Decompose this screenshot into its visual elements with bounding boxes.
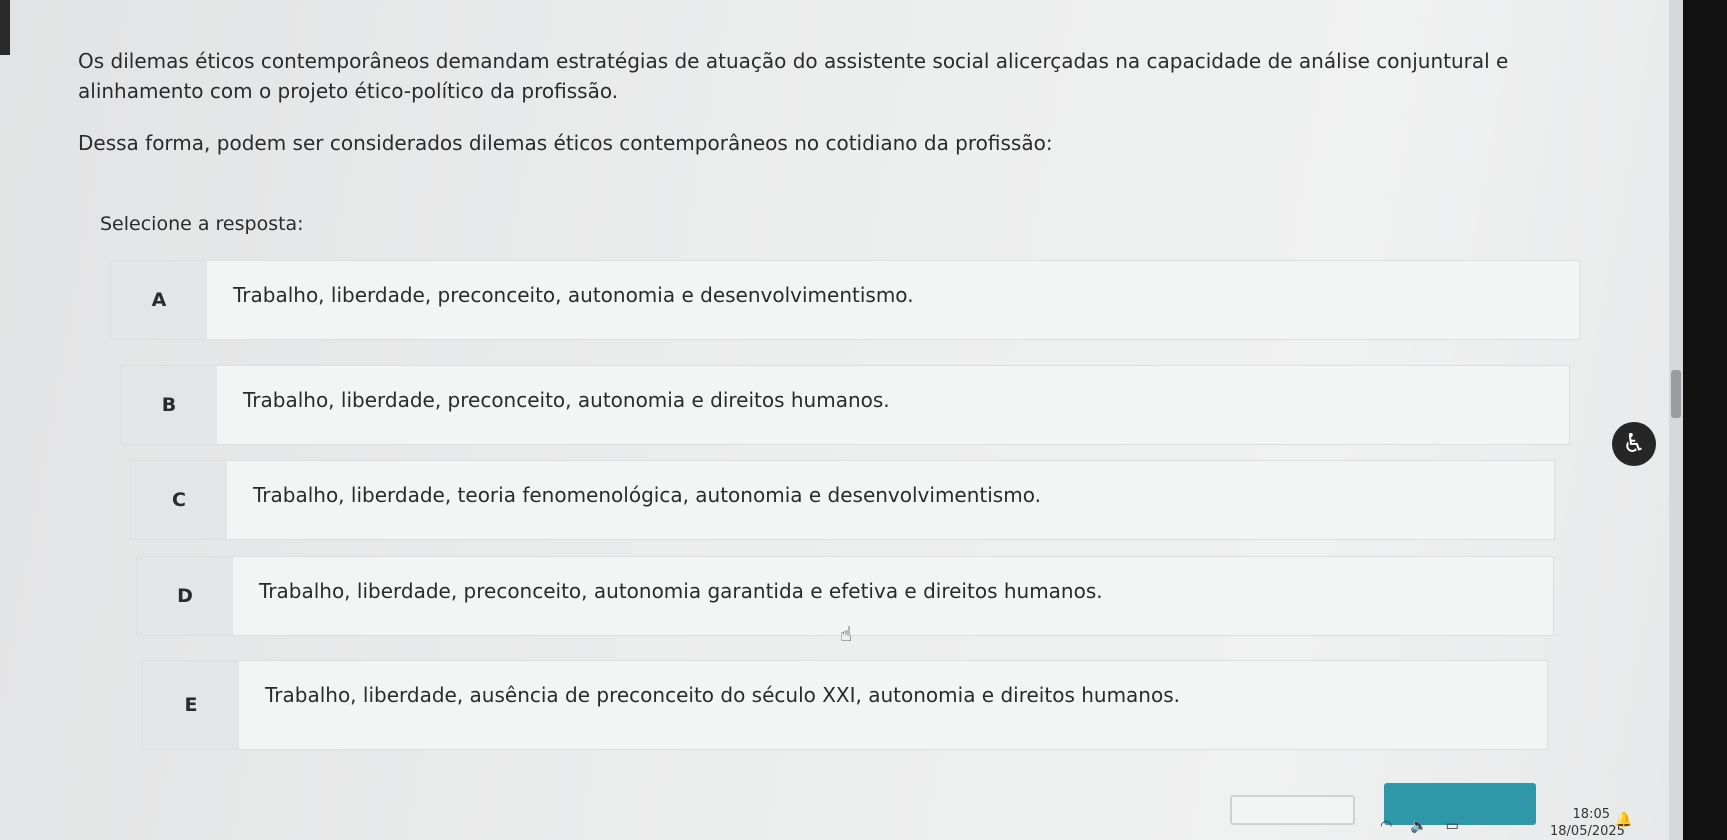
option-e[interactable]: E Trabalho, liberdade, ausência de preco…	[142, 660, 1548, 750]
window-edge	[0, 0, 10, 55]
battery-icon[interactable]: ▭	[1446, 818, 1459, 834]
question-paragraph-2: Dessa forma, podem ser considerados dile…	[78, 131, 1053, 155]
option-letter: B	[121, 366, 217, 444]
screen-bezel	[1683, 0, 1727, 840]
scrollbar-thumb[interactable]	[1671, 370, 1681, 418]
clock-time: 18:05	[1572, 807, 1610, 822]
secondary-button[interactable]	[1230, 795, 1355, 825]
system-tray: ◠ 🔈 ▭	[1380, 818, 1459, 834]
scrollbar[interactable]	[1669, 0, 1683, 840]
screen: Os dilemas éticos contemporâneos demanda…	[0, 0, 1727, 840]
option-text: Trabalho, liberdade, preconceito, autono…	[233, 283, 914, 307]
option-text: Trabalho, liberdade, ausência de preconc…	[265, 683, 1180, 707]
option-text: Trabalho, liberdade, preconceito, autono…	[259, 579, 1103, 603]
option-letter: A	[111, 261, 207, 339]
hand-pointer-icon: ☝	[840, 622, 853, 646]
option-letter: E	[143, 661, 239, 749]
option-text: Trabalho, liberdade, teoria fenomenológi…	[253, 483, 1041, 507]
question-block: Os dilemas éticos contemporâneos demanda…	[78, 46, 1608, 158]
option-b[interactable]: B Trabalho, liberdade, preconceito, auto…	[120, 365, 1570, 445]
option-text: Trabalho, liberdade, preconceito, autono…	[243, 388, 890, 412]
option-a[interactable]: A Trabalho, liberdade, preconceito, auto…	[110, 260, 1580, 340]
clock-date: 18/05/2025	[1550, 824, 1625, 839]
select-answer-label: Selecione a resposta:	[100, 213, 304, 235]
wifi-icon[interactable]: ◠	[1380, 818, 1392, 834]
notification-bell-icon[interactable]: 🔔	[1615, 812, 1632, 828]
taskbar-clock[interactable]: 18:05 18/05/2025	[1550, 806, 1625, 840]
option-letter: C	[131, 461, 227, 539]
option-c[interactable]: C Trabalho, liberdade, teoria fenomenoló…	[130, 460, 1555, 540]
accessibility-icon[interactable]: ♿	[1612, 422, 1656, 466]
option-letter: D	[137, 557, 233, 635]
question-paragraph-1: Os dilemas éticos contemporâneos demanda…	[78, 49, 1509, 103]
volume-icon[interactable]: 🔈	[1410, 818, 1427, 834]
